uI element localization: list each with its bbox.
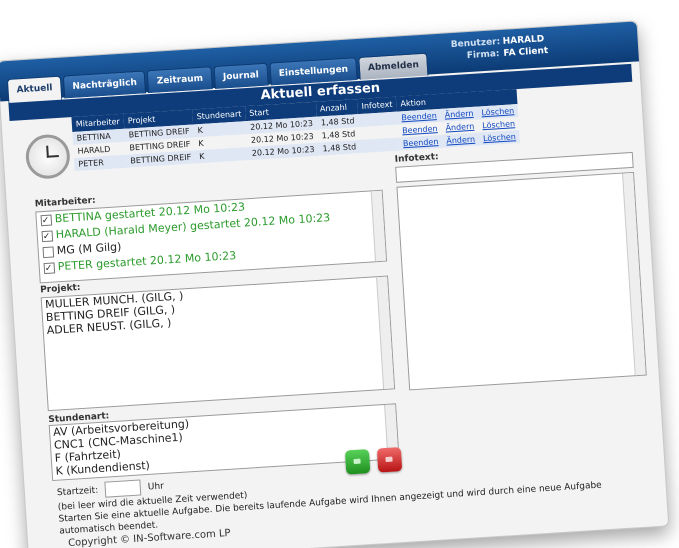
beenden-link[interactable]: Beenden bbox=[402, 124, 438, 135]
cell-anzahl: 1,48 Std bbox=[318, 140, 361, 156]
checkbox[interactable] bbox=[42, 245, 55, 258]
stop-button[interactable] bbox=[376, 447, 403, 473]
startzeit-unit: Uhr bbox=[147, 481, 165, 493]
clock-icon bbox=[24, 133, 72, 180]
beenden-link[interactable]: Beenden bbox=[403, 137, 439, 148]
logout-button[interactable]: Abmelden bbox=[358, 52, 429, 80]
loeschen-link[interactable]: Löschen bbox=[481, 106, 514, 117]
cell-stundenart: K bbox=[194, 147, 249, 164]
app-window: Benutzer: HARALD Firma: FA Client Aktuell … bbox=[0, 20, 670, 548]
infotext-scrollbar[interactable] bbox=[622, 172, 646, 376]
loeschen-link[interactable]: Löschen bbox=[483, 132, 516, 143]
aendern-link[interactable]: Ändern bbox=[446, 135, 475, 146]
aendern-link[interactable]: Ändern bbox=[444, 109, 473, 120]
company-value: FA Client bbox=[503, 46, 549, 59]
beenden-link[interactable]: Beenden bbox=[401, 111, 437, 122]
startzeit-input[interactable] bbox=[104, 479, 142, 498]
startzeit-label: Startzeit: bbox=[56, 485, 99, 499]
cell-infotext bbox=[359, 137, 400, 153]
infotext-textarea[interactable] bbox=[396, 171, 647, 391]
projekt-scrollbar[interactable] bbox=[376, 276, 395, 390]
projekt-list[interactable]: MULLER MUNCH. (GILG, ) BETTING DREIF (GI… bbox=[40, 275, 396, 412]
infotext-label: Infotext: bbox=[394, 152, 439, 165]
start-button[interactable] bbox=[344, 449, 371, 475]
checkbox[interactable] bbox=[40, 214, 53, 226]
tab-zeitraum[interactable]: Zeitraum bbox=[147, 66, 213, 94]
checkbox[interactable] bbox=[41, 229, 54, 242]
tab-journal[interactable]: Journal bbox=[213, 62, 269, 90]
loeschen-link[interactable]: Löschen bbox=[482, 119, 515, 130]
aendern-link[interactable]: Ändern bbox=[445, 122, 474, 133]
checkbox[interactable] bbox=[43, 261, 56, 274]
cell-mitarbeiter: PETER bbox=[73, 154, 127, 171]
mitarbeiter-item-text: MG (M Gilg) bbox=[56, 240, 122, 258]
projekt-label: Projekt: bbox=[39, 282, 81, 296]
